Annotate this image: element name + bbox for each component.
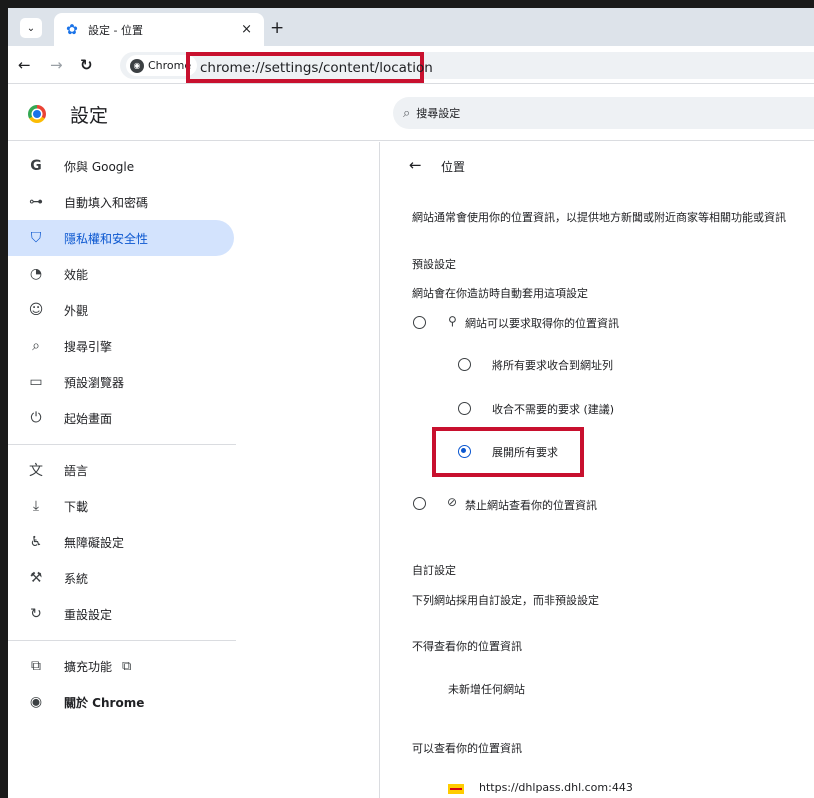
url-highlight[interactable]: chrome://settings/content/location xyxy=(186,52,433,83)
browser-icon: ▭ xyxy=(29,374,43,390)
allowed-site-url[interactable]: https://dhlpass.dhl.com:443 xyxy=(479,781,633,794)
url-host: chrome://settings/content/location xyxy=(200,60,433,76)
gear-icon: ✿ xyxy=(66,21,78,38)
forward-icon[interactable]: → xyxy=(50,56,63,74)
back-arrow-icon[interactable]: ← xyxy=(409,156,422,174)
sidebar-item-accessibility[interactable]: ♿ 無障礙設定 xyxy=(8,524,234,560)
search-input[interactable]: ⌕ 搜尋設定 xyxy=(393,97,814,129)
option-highlight-box xyxy=(432,427,584,477)
sidebar-item-appearance[interactable]: ☺ 外觀 xyxy=(8,292,234,328)
sidebar-item-label: 自動填入和密碼 xyxy=(64,195,149,210)
default-subheading: 網站會在你造訪時自動套用這項設定 xyxy=(412,287,588,300)
chevron-down-icon: ⌄ xyxy=(26,22,36,34)
sidebar-item-languages[interactable]: 文 語言 xyxy=(8,452,234,488)
power-icon: ⏻ xyxy=(30,410,42,426)
sidebar-item-autofill[interactable]: ⊶ 自動填入和密碼 xyxy=(8,184,234,220)
tab-settings-location[interactable]: ✿ 設定 - 位置 × xyxy=(54,13,264,46)
option-allow-label: 網站可以要求取得你的位置資訊 xyxy=(465,317,619,330)
search-icon: ⌕ xyxy=(32,338,40,354)
location-pin-icon: ⚲ xyxy=(448,314,457,328)
radio-quiet-all[interactable] xyxy=(458,358,471,371)
tab-search-button[interactable]: ⌄ xyxy=(20,18,42,38)
translate-icon: 文 xyxy=(29,463,43,479)
sidebar-item-label: 關於 Chrome xyxy=(64,695,145,710)
open-external-icon: ⧉ xyxy=(122,658,132,674)
sidebar-item-label: 搜尋引擎 xyxy=(64,339,113,354)
chrome-logo-icon xyxy=(28,105,46,123)
gauge-icon: ◔ xyxy=(29,266,43,282)
sidebar-item-search-engine[interactable]: ⌕ 搜尋引擎 xyxy=(8,328,234,364)
sidebar-item-label: 隱私權和安全性 xyxy=(64,231,149,246)
location-description: 網站通常會使用你的位置資訊，以提供地方新聞或附近商家等相關功能或資訊 xyxy=(412,211,786,224)
site-chip-label: Chrome xyxy=(148,59,192,72)
sidebar-item-performance[interactable]: ◔ 效能 xyxy=(8,256,234,292)
download-icon: ⤓ xyxy=(32,498,40,514)
sidebar-item-label: 外觀 xyxy=(64,303,89,318)
chrome-icon: ◉ xyxy=(29,694,43,710)
sidebar-item-label: 下載 xyxy=(64,499,89,514)
custom-heading: 自訂設定 xyxy=(412,564,456,577)
palette-icon: ☺ xyxy=(28,302,44,318)
sidebar-item-label: 語言 xyxy=(64,463,89,478)
allowed-heading: 可以查看你的位置資訊 xyxy=(412,742,522,755)
option-block-label: 禁止網站查看你的位置資訊 xyxy=(465,499,597,512)
sidebar-item-extensions[interactable]: ⧉ 擴充功能 ⧉ xyxy=(8,648,234,684)
tab-strip: ⌄ ✿ 設定 - 位置 × + xyxy=(8,8,814,46)
settings-header: 設定 ⌕ 搜尋設定 xyxy=(8,85,814,141)
radio-allow[interactable] xyxy=(413,316,426,329)
shield-icon: ⛉ xyxy=(30,230,42,246)
tab-title: 設定 - 位置 xyxy=(88,23,143,37)
reload-icon[interactable]: ↻ xyxy=(80,56,93,74)
sub-option-2-label: 收合不需要的要求 (建議) xyxy=(492,403,615,416)
sidebar-item-reset[interactable]: ↻ 重設設定 xyxy=(8,596,234,632)
chrome-icon: ◉ xyxy=(130,58,144,73)
sidebar-item-label: 預設瀏覽器 xyxy=(64,375,125,390)
radio-quiet-auto[interactable] xyxy=(458,402,471,415)
reset-icon: ↻ xyxy=(30,606,42,622)
sidebar-item-privacy[interactable]: ⛉ 隱私權和安全性 xyxy=(8,220,234,256)
default-heading: 預設設定 xyxy=(412,258,456,271)
sidebar-item-downloads[interactable]: ⤓ 下載 xyxy=(8,488,234,524)
sidebar: G 你與 Google ⊶ 自動填入和密碼 ⛉ 隱私權和安全性 ◔ 效能 ☺ 外… xyxy=(8,142,380,798)
sidebar-item-label: 重設設定 xyxy=(64,607,113,622)
sidebar-item-label: 效能 xyxy=(64,267,89,282)
sub-option-1-label: 將所有要求收合到網址列 xyxy=(492,359,613,372)
sidebar-item-default-browser[interactable]: ▭ 預設瀏覽器 xyxy=(8,364,234,400)
location-off-icon: ⊘ xyxy=(447,495,458,509)
custom-subheading: 下列網站採用自訂設定，而非預設設定 xyxy=(412,594,599,607)
wrench-icon: ⚒ xyxy=(29,570,43,586)
blocked-empty-text: 未新增任何網站 xyxy=(448,683,525,696)
sidebar-item-label: 你與 Google xyxy=(64,159,135,174)
sidebar-item-startup[interactable]: ⏻ 起始畫面 xyxy=(8,400,234,436)
section-title: 位置 xyxy=(441,160,466,174)
page-title: 設定 xyxy=(70,105,109,127)
search-placeholder: 搜尋設定 xyxy=(416,107,461,120)
sidebar-item-label: 無障礙設定 xyxy=(64,535,125,550)
sidebar-item-google[interactable]: G 你與 Google xyxy=(8,148,234,184)
sidebar-item-about[interactable]: ◉ 關於 Chrome xyxy=(8,684,234,720)
google-icon: G xyxy=(30,158,42,174)
sidebar-item-label: 擴充功能 xyxy=(64,659,113,674)
dhl-favicon-icon xyxy=(448,784,464,794)
new-tab-button[interactable]: + xyxy=(270,18,284,38)
accessibility-icon: ♿ xyxy=(29,534,43,550)
key-icon: ⊶ xyxy=(29,194,43,210)
blocked-heading: 不得查看你的位置資訊 xyxy=(412,640,522,653)
search-icon: ⌕ xyxy=(403,105,411,121)
radio-block[interactable] xyxy=(413,497,426,510)
close-icon[interactable]: × xyxy=(241,22,252,37)
extension-icon: ⧉ xyxy=(31,658,41,674)
sidebar-item-label: 系統 xyxy=(64,571,89,586)
sidebar-divider xyxy=(8,640,236,641)
url-path-text: /content/location xyxy=(318,59,433,76)
sidebar-divider xyxy=(8,444,236,445)
sidebar-item-system[interactable]: ⚒ 系統 xyxy=(8,560,234,596)
url-host-text: chrome://settings xyxy=(200,59,319,76)
back-icon[interactable]: ← xyxy=(18,56,31,74)
sidebar-item-label: 起始畫面 xyxy=(64,411,113,426)
